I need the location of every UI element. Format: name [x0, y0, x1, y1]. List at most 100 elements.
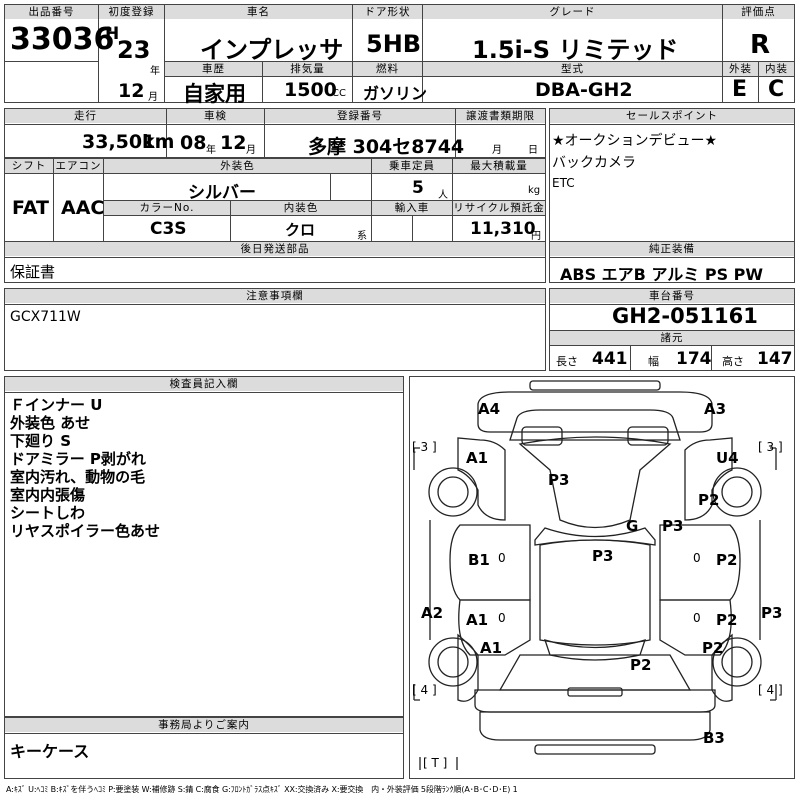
- ac-header: エアコン: [54, 159, 103, 173]
- sales-point: ETC: [552, 176, 575, 190]
- office-note: キーケース: [10, 742, 90, 761]
- legend: A:ｷｽﾞ U:ﾍｺﾐ B:ｷｽﾞを伴うﾍｺﾐ P:要塗装 W:補修跡 S:錆 …: [6, 785, 518, 794]
- ext-color: シルバー: [188, 183, 256, 203]
- later-parts-header: 後日発送部品: [5, 242, 545, 256]
- damage-mark: P2: [630, 656, 652, 674]
- sales-points-header: セールスポイント: [550, 109, 794, 123]
- ac: AAC: [61, 197, 105, 219]
- car-name-header: 車名: [165, 5, 352, 19]
- damage-mark: P2: [716, 551, 738, 569]
- length-value: 441: [592, 349, 628, 369]
- shift-header: シフト: [5, 159, 53, 173]
- sales-point: バックカメラ: [552, 155, 636, 171]
- interior-header: 内装: [759, 62, 794, 76]
- damage-mark: P2: [716, 611, 738, 629]
- recycle-unit: 円: [531, 231, 541, 242]
- reg-month-unit: 月: [148, 92, 158, 103]
- mileage-header: 走行: [5, 109, 166, 123]
- door-handle-mark: 0: [693, 551, 701, 565]
- capacity-header: 乗車定員: [372, 159, 452, 173]
- int-color: クロ: [285, 221, 316, 239]
- model-header: 型式: [423, 62, 722, 76]
- inspection-header: 車検: [167, 109, 264, 123]
- history-header: 車歴: [165, 62, 262, 76]
- inspector-header: 検査員記入欄: [5, 377, 403, 391]
- fuel-header: 燃料: [353, 62, 422, 76]
- tire-label-rr: [ 4 ]: [758, 683, 783, 697]
- int-color-unit: 系: [357, 231, 367, 242]
- damage-diagram-frame: [409, 376, 795, 779]
- interior-grade: C: [768, 77, 785, 102]
- score-header: 評価点: [723, 5, 794, 19]
- int-color-header: 内装色: [231, 201, 371, 215]
- tire-label-fr: [ 3 ]: [758, 440, 783, 454]
- damage-mark: G: [626, 517, 639, 535]
- shift: FAT: [12, 197, 49, 219]
- inspection-year: 08: [180, 132, 207, 154]
- damage-mark: P3: [592, 547, 614, 565]
- color-no-header: カラーNo.: [104, 201, 230, 215]
- damage-mark: P2: [698, 491, 720, 509]
- capacity: 5: [412, 178, 424, 198]
- reg-year: 23: [117, 36, 151, 64]
- damage-mark: A1: [480, 639, 503, 657]
- grade-header: グレード: [423, 5, 722, 19]
- inspector-note: リヤスポイラー色あせ: [10, 522, 161, 540]
- damage-mark: P3: [548, 471, 570, 489]
- office-header: 事務局よりご案内: [5, 718, 403, 732]
- tire-label-fl: [ 3 ]: [412, 440, 437, 454]
- score: R: [750, 30, 771, 60]
- plate-header: 登録番号: [265, 109, 455, 123]
- spec-section: [4, 158, 546, 283]
- later-parts: 保証書: [10, 263, 56, 281]
- plate: 多摩 304セ8744: [308, 136, 465, 158]
- chassis-header: 車台番号: [550, 289, 794, 303]
- damage-mark: A4: [478, 400, 501, 418]
- damage-mark: A3: [704, 400, 727, 418]
- load-unit: kg: [528, 185, 541, 196]
- inspection-month-unit: 月: [246, 145, 256, 156]
- transfer-header: 譲渡書類期限: [456, 109, 545, 123]
- damage-mark: P3: [761, 604, 783, 622]
- car-name: インプレッサ: [200, 36, 344, 64]
- displacement-header: 排気量: [263, 62, 352, 76]
- lot-number: 33036: [10, 22, 115, 57]
- sales-point: ★オークションデビュー★: [552, 133, 718, 149]
- model: DBA-GH2: [535, 79, 633, 101]
- grade: 1.5i-S リミテッド: [472, 36, 679, 64]
- inspection-year-unit: 年: [206, 145, 216, 156]
- damage-mark: P2: [702, 639, 724, 657]
- recycle-fee: 11,310: [470, 219, 536, 239]
- damage-mark: P3: [662, 517, 684, 535]
- cc-unit: CC: [332, 88, 346, 99]
- door-handle-mark: 0: [498, 551, 506, 565]
- first-reg-header: 初度登録: [99, 5, 164, 19]
- transfer-month-unit: 月: [492, 145, 502, 156]
- notes-header: 注意事項欄: [5, 289, 545, 303]
- inspection-month: 12: [220, 132, 247, 154]
- exterior-header: 外装: [723, 62, 758, 76]
- exterior-grade: E: [732, 77, 748, 102]
- damage-mark: U4: [716, 449, 739, 467]
- displacement: 1500: [284, 79, 337, 101]
- damage-mark: B1: [468, 551, 490, 569]
- width-value: 174: [676, 349, 712, 369]
- tire-label-spare: [ T ]: [423, 756, 448, 770]
- specs-header: 諸元: [550, 331, 794, 345]
- genuine-equipment: ABS エアB アルミ PS PW: [560, 265, 764, 284]
- notes: GCX711W: [10, 309, 81, 325]
- tire-label-rl: [ 4 ]: [412, 683, 437, 697]
- width-label: 幅: [648, 355, 659, 368]
- fuel: ガソリン: [363, 84, 428, 103]
- door-header: ドア形状: [353, 5, 422, 19]
- lot-number-header: 出品番号: [5, 5, 98, 19]
- capacity-unit: 人: [438, 190, 448, 201]
- height-label: 高さ: [722, 355, 744, 368]
- genuine-equipment-header: 純正装備: [550, 242, 794, 256]
- damage-mark: A1: [466, 611, 489, 629]
- transfer-day-unit: 日: [528, 145, 538, 156]
- recycle-header: リサイクル預託金: [453, 201, 545, 215]
- reg-month: 12: [118, 80, 145, 102]
- damage-mark: B3: [703, 729, 725, 747]
- door-handle-mark: 0: [498, 611, 506, 625]
